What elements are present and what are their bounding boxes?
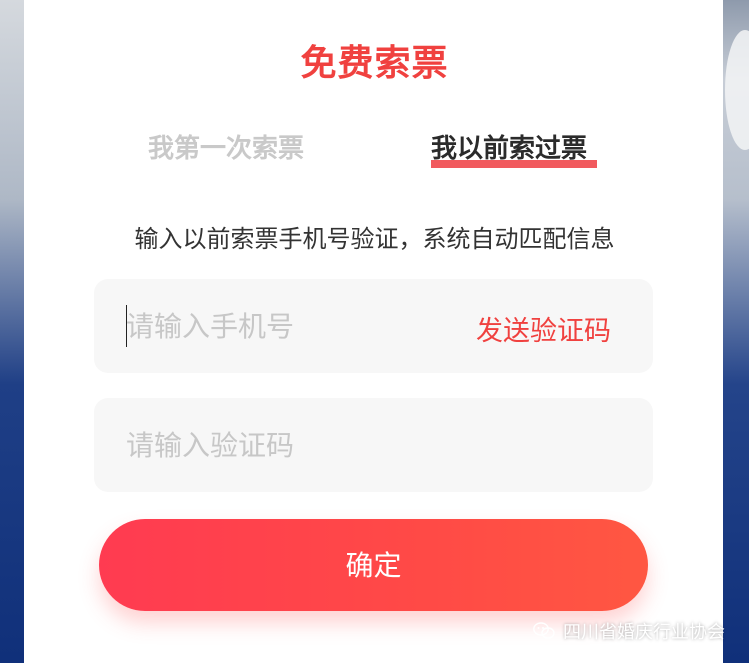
tab-previous[interactable]: 我以前索过票: [431, 128, 587, 165]
send-code-button[interactable]: 发送验证码: [476, 309, 611, 348]
page-title: 免费索票: [300, 43, 449, 84]
confirm-button[interactable]: 确定: [99, 519, 648, 611]
instruction-text: 输入以前索票手机号验证，系统自动匹配信息: [134, 225, 615, 253]
watermark: 四川省婚庆行业协会: [533, 618, 725, 644]
phone-input[interactable]: [126, 279, 446, 373]
text-cursor: [126, 305, 127, 347]
tab-previous-label: 我以前索过票: [431, 134, 588, 164]
verification-code-input[interactable]: [126, 398, 446, 492]
code-field: [94, 398, 653, 492]
background-left: [0, 0, 24, 663]
phone-field: 发送验证码: [94, 279, 653, 373]
wechat-icon: [533, 622, 555, 639]
background-right: [723, 0, 749, 663]
tab-first-time[interactable]: 我第一次索票: [148, 128, 304, 165]
watermark-text: 四川省婚庆行业协会: [563, 622, 725, 643]
